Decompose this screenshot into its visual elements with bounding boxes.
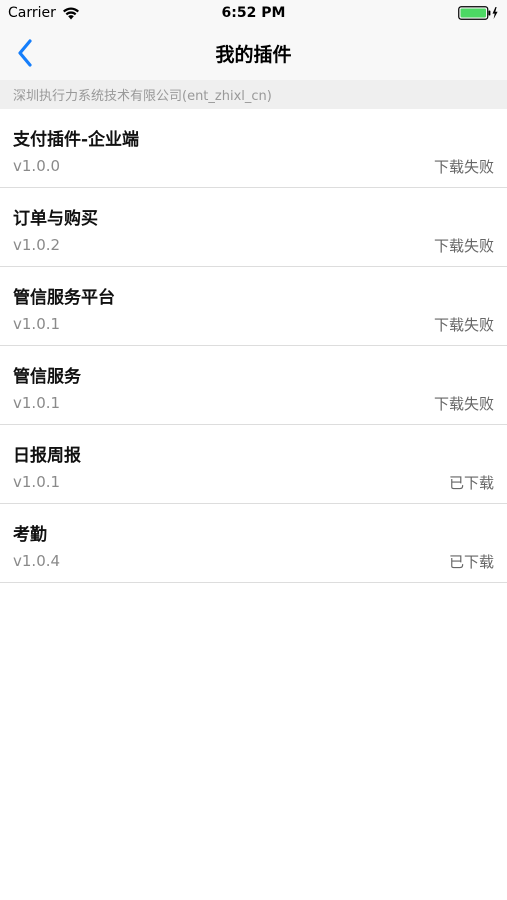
plugin-name: 管信服务平台: [13, 288, 115, 308]
plugin-list: 支付插件-企业端 v1.0.0 下载失败 订单与购买 v1.0.2 下载失败 管…: [0, 109, 507, 583]
plugin-version: v1.0.1: [13, 394, 61, 412]
plugin-status: 已下载: [448, 474, 494, 492]
plugin-name: 考勤: [13, 525, 47, 545]
plugin-item[interactable]: 考勤 v1.0.4 已下载: [0, 504, 507, 583]
status-time: 6:52 PM: [221, 5, 286, 21]
plugin-status: 下载失败: [433, 395, 494, 413]
plugin-item[interactable]: 支付插件-企业端 v1.0.0 下载失败: [0, 109, 507, 188]
plugin-name: 支付插件-企业端: [13, 130, 140, 150]
plugin-status: 已下载: [448, 553, 494, 571]
battery-charging-icon: [458, 6, 498, 20]
plugin-name: 管信服务: [13, 367, 81, 387]
page-title: 我的插件: [215, 44, 292, 66]
plugin-status: 下载失败: [433, 158, 494, 176]
plugin-item[interactable]: 管信服务 v1.0.1 下载失败: [0, 346, 507, 425]
status-bar: Carrier 6:52 PM: [0, 0, 507, 26]
plugin-status: 下载失败: [433, 237, 494, 255]
plugin-version: v1.0.2: [13, 236, 61, 254]
plugin-name: 日报周报: [13, 446, 81, 466]
plugin-version: v1.0.4: [13, 552, 61, 570]
plugin-item[interactable]: 管信服务平台 v1.0.1 下载失败: [0, 267, 507, 346]
plugin-name: 订单与购买: [13, 209, 98, 229]
navigation-bar: 我的插件: [0, 26, 507, 80]
plugin-item[interactable]: 日报周报 v1.0.1 已下载: [0, 425, 507, 504]
plugin-status: 下载失败: [433, 316, 494, 334]
plugin-version: v1.0.1: [13, 315, 61, 333]
company-label: 深圳执行力系统技术有限公司(ent_zhixl_cn): [13, 89, 272, 104]
plugin-version: v1.0.1: [13, 473, 61, 491]
company-header: 深圳执行力系统技术有限公司(ent_zhixl_cn): [0, 80, 507, 109]
plugin-version: v1.0.0: [13, 157, 61, 175]
plugin-item[interactable]: 订单与购买 v1.0.2 下载失败: [0, 188, 507, 267]
